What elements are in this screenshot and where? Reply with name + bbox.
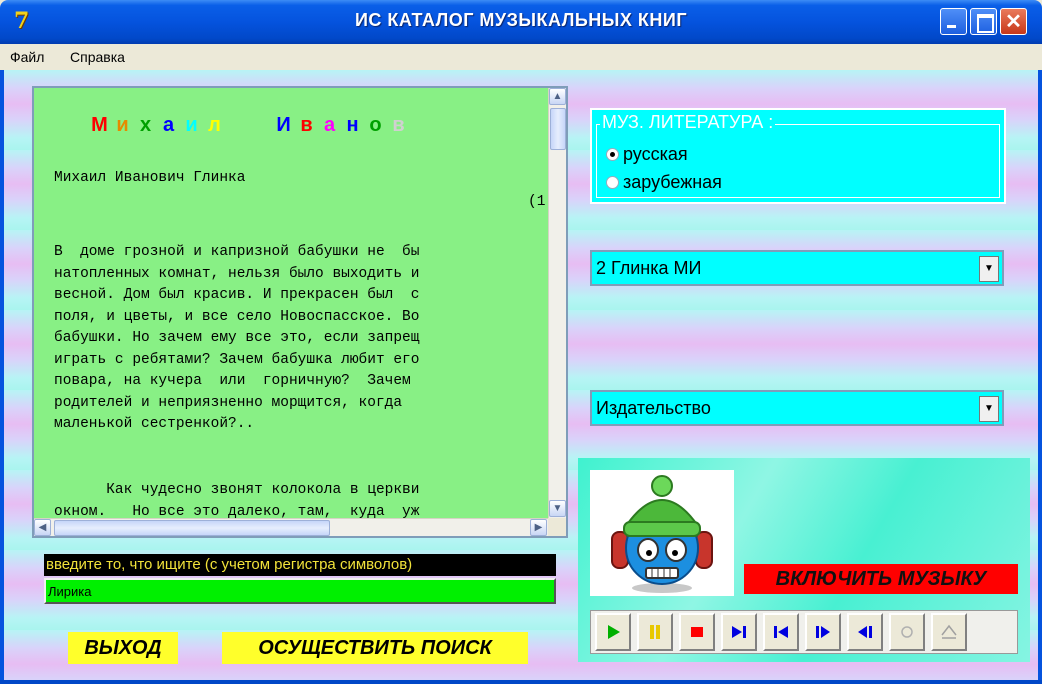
heading-letter: а — [323, 114, 336, 136]
radio-label: зарубежная — [623, 172, 722, 192]
eject-icon[interactable] — [931, 613, 967, 651]
music-toggle-button[interactable]: ВКЛЮЧИТЬ МУЗЫКУ — [744, 564, 1018, 594]
heading-letter: н — [346, 114, 359, 136]
text-line: В доме грозной и капризной бабушки не бы — [54, 244, 420, 260]
heading-letter: М — [91, 114, 108, 136]
play-icon[interactable] — [595, 613, 631, 651]
headphones-smiley-icon — [611, 475, 713, 593]
pause-icon[interactable] — [637, 613, 673, 651]
heading-letter: в — [392, 114, 405, 136]
publisher-select-value: Издательство — [596, 398, 711, 418]
heading-letter: и — [185, 114, 198, 136]
text-line: окном. Но все это далеко, там, куда уж — [54, 503, 420, 519]
size-grip — [548, 518, 566, 536]
radio-dot-icon — [606, 148, 619, 161]
close-button[interactable]: ✕ — [1000, 8, 1027, 35]
text-line: бабушки. Но зачем ему все это, если запр… — [54, 330, 420, 346]
text-line: весной. Дом был красив. И прекрасен был … — [54, 287, 420, 303]
step-back-icon[interactable] — [847, 613, 883, 651]
text-line: поля, и цветы, и все село Новоспасское. … — [54, 308, 420, 325]
memo-content: Михаил Иванов Михаил Иванович Глинка (1 … — [34, 88, 548, 518]
composer-select-value: 2 Глинка МИ — [596, 258, 702, 278]
window-frame-left — [0, 70, 4, 684]
menu-help[interactable]: Справка — [70, 49, 125, 65]
group-title: МУЗ. ЛИТЕРАТУРА : — [600, 112, 776, 133]
vertical-scroll-thumb[interactable] — [550, 108, 566, 150]
heading-letter: о — [369, 114, 382, 136]
radio-dot-icon — [606, 176, 619, 189]
window-title: ИС КАТАЛОГ МУЗЫКАЛЬНЫХ КНИГ — [354, 10, 688, 30]
publisher-select[interactable]: Издательство ▼ — [590, 390, 1004, 426]
scroll-down-icon[interactable]: ▼ — [549, 500, 566, 517]
media-player — [590, 610, 1018, 654]
heading-letter: а — [162, 114, 175, 136]
text-line: играть с ребятами? Зачем бабушка любит е… — [54, 351, 420, 368]
step-forward-icon[interactable] — [805, 613, 841, 651]
heading-letter: в — [300, 114, 313, 136]
chevron-down-icon[interactable]: ▼ — [979, 256, 999, 282]
record-icon[interactable] — [889, 613, 925, 651]
search-button[interactable]: ОСУЩЕСТВИТЬ ПОИСК — [222, 632, 528, 664]
scroll-right-icon[interactable]: ▶ — [530, 519, 547, 536]
rainbow-heading: Михаил Иванов — [88, 114, 410, 137]
vertical-scrollbar[interactable]: ▲ ▼ — [548, 88, 566, 518]
author-line: Михаил Иванович Глинка — [54, 170, 246, 186]
maximize-button[interactable] — [970, 8, 997, 35]
title-bar: 7 ИС КАТАЛОГ МУЗЫКАЛЬНЫХ КНИГ ✕ — [0, 0, 1042, 44]
right-fragment: (1 — [528, 194, 546, 210]
heading-letter — [249, 114, 272, 137]
radio-foreign[interactable]: зарубежная — [606, 172, 722, 193]
heading-letter — [226, 114, 249, 137]
exit-button[interactable]: ВЫХОД — [68, 632, 178, 664]
mascot-image — [590, 470, 734, 596]
menu-file[interactable]: Файл — [10, 49, 44, 65]
composer-select[interactable]: 2 Глинка МИ ▼ — [590, 250, 1004, 286]
menu-bar: Файл Справка — [4, 44, 1038, 70]
next-icon[interactable] — [721, 613, 757, 651]
minimize-button[interactable] — [940, 8, 967, 35]
text-line: повара, на кучера или горничную? Зачем — [54, 373, 411, 389]
stop-icon[interactable] — [679, 613, 715, 651]
text-line: Как чудесно звонят колокола в церкви — [54, 482, 420, 498]
horizontal-scroll-thumb[interactable] — [54, 520, 330, 536]
radio-label: русская — [623, 144, 688, 164]
heading-letter: х — [139, 114, 152, 136]
scroll-left-icon[interactable]: ◀ — [34, 519, 51, 536]
close-icon: ✕ — [1005, 11, 1022, 33]
prev-icon[interactable] — [763, 613, 799, 651]
window-frame-bottom — [0, 680, 1042, 684]
text-line: родителей и неприязненно морщится, когда — [54, 394, 403, 411]
biography-memo[interactable]: Михаил Иванов Михаил Иванович Глинка (1 … — [32, 86, 568, 538]
search-label: введите то, что ищите (с учетом регистра… — [44, 554, 556, 576]
scroll-up-icon[interactable]: ▲ — [549, 88, 566, 105]
heading-letter: л — [208, 114, 221, 136]
radio-russian[interactable]: русская — [606, 144, 688, 165]
text-line: натопленных комнат, нельзя было выходить… — [54, 265, 420, 282]
chevron-down-icon[interactable]: ▼ — [979, 396, 999, 422]
search-input[interactable] — [44, 578, 556, 604]
text-line: маленькой сестренкой?.. — [54, 416, 255, 432]
literature-radio-group: МУЗ. ЛИТЕРАТУРА : русская зарубежная — [590, 108, 1006, 204]
window-frame-right — [1038, 70, 1042, 684]
heading-letter: И — [276, 114, 291, 136]
heading-letter: и — [116, 114, 129, 136]
horizontal-scrollbar[interactable]: ◀ ▶ — [34, 518, 548, 536]
